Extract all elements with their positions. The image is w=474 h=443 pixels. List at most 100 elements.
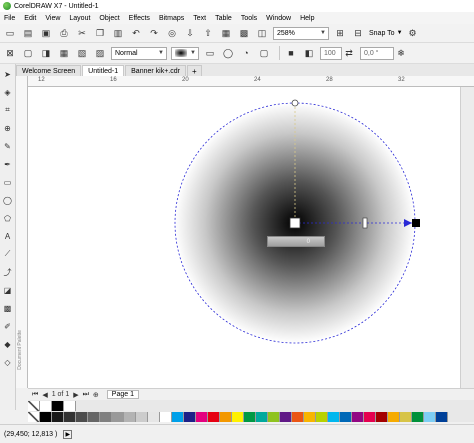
color-swatch[interactable] <box>136 412 148 422</box>
fullscreen-icon[interactable]: ◫ <box>255 26 269 40</box>
color-swatch[interactable] <box>64 401 76 411</box>
menu-edit[interactable]: Edit <box>24 15 36 22</box>
new-document-icon[interactable]: ▭ <box>3 26 17 40</box>
node-transparency-readout[interactable]: 0 <box>267 236 325 247</box>
angle-field[interactable]: 0,0 ° <box>360 46 394 60</box>
undo-icon[interactable]: ↶ <box>129 26 143 40</box>
transparency-picker[interactable]: ▼ <box>171 46 199 60</box>
snap-to-button[interactable]: Snap To ▼ <box>369 30 403 37</box>
artistic-media-icon[interactable]: ✒ <box>2 158 14 170</box>
no-color-swatch[interactable] <box>28 401 40 411</box>
options-gear-icon[interactable]: ⚙ <box>406 26 420 40</box>
pdf-icon[interactable]: ▦ <box>219 26 233 40</box>
menu-layout[interactable]: Layout <box>69 15 90 22</box>
drop-shadow-icon[interactable]: ◪ <box>2 284 14 296</box>
gradient-start-node[interactable] <box>289 217 301 229</box>
color-swatch[interactable] <box>40 412 52 422</box>
zoom-fit-icon[interactable]: ⊞ <box>333 26 347 40</box>
paste-icon[interactable]: ▥ <box>111 26 125 40</box>
color-swatch[interactable] <box>88 412 100 422</box>
redo-icon[interactable]: ↷ <box>147 26 161 40</box>
page-tab[interactable]: Page 1 <box>106 390 139 399</box>
pick-tool-icon[interactable]: ➤ <box>2 68 14 80</box>
next-page-icon[interactable]: ▶ <box>73 391 78 399</box>
tab-welcome-screen[interactable]: Welcome Screen <box>16 65 82 76</box>
menu-bitmaps[interactable]: Bitmaps <box>159 15 184 22</box>
transparency-none-icon[interactable]: ⊠ <box>3 46 17 60</box>
color-swatch[interactable] <box>76 412 88 422</box>
color-swatch[interactable] <box>400 412 412 422</box>
tab-untitled-1[interactable]: Untitled-1 <box>82 65 125 76</box>
freehand-tool-icon[interactable]: ✎ <box>2 140 14 152</box>
reverse-transparency-icon[interactable]: ⇄ <box>342 46 356 60</box>
texture-transparency-icon[interactable]: ▧ <box>75 46 89 60</box>
gradient-end-node[interactable] <box>412 219 420 227</box>
color-swatch[interactable] <box>328 412 340 422</box>
rectangular-fountain-icon[interactable]: ▢ <box>257 46 271 60</box>
opacity-field[interactable]: 100 <box>320 46 342 60</box>
zoom-tool-icon[interactable]: ⊕ <box>2 122 14 134</box>
fountain-transparency-icon[interactable]: ◨ <box>39 46 53 60</box>
crop-tool-icon[interactable]: ⌗ <box>2 104 14 116</box>
color-swatch[interactable] <box>436 412 448 422</box>
vertical-scrollbar[interactable] <box>460 87 474 388</box>
color-swatch[interactable] <box>352 412 364 422</box>
menu-effects[interactable]: Effects <box>129 15 150 22</box>
menu-object[interactable]: Object <box>99 15 119 22</box>
freeze-transparency-icon[interactable]: ❄ <box>394 46 408 60</box>
save-icon[interactable]: ▣ <box>39 26 53 40</box>
search-content-icon[interactable]: ◎ <box>165 26 179 40</box>
print-icon[interactable]: ⎙ <box>57 26 71 40</box>
smart-fill-icon[interactable]: ◇ <box>2 356 14 368</box>
conical-fountain-icon[interactable]: ◔ <box>239 46 253 60</box>
polygon-tool-icon[interactable]: ⬠ <box>2 212 14 224</box>
color-swatch[interactable] <box>316 412 328 422</box>
color-swatch[interactable] <box>364 412 376 422</box>
ellipse-tool-icon[interactable]: ◯ <box>2 194 14 206</box>
color-swatch[interactable] <box>232 412 244 422</box>
bitmap-transparency-icon[interactable]: ▨ <box>93 46 107 60</box>
color-swatch[interactable] <box>340 412 352 422</box>
color-swatch[interactable] <box>112 412 124 422</box>
color-swatch[interactable] <box>208 412 220 422</box>
tab-banner-cdr[interactable]: Banner kik+.cdr <box>125 65 186 76</box>
zoom-level-select[interactable]: 258% ▼ <box>273 26 329 40</box>
color-swatch[interactable] <box>412 412 424 422</box>
uniform-transparency-icon[interactable]: ▢ <box>21 46 35 60</box>
color-swatch[interactable] <box>40 401 52 411</box>
color-swatch[interactable] <box>148 412 160 422</box>
grid-icon[interactable]: ⊟ <box>351 26 365 40</box>
linear-fountain-icon[interactable]: ▭ <box>203 46 217 60</box>
last-page-icon[interactable]: ⏭ <box>83 391 89 399</box>
horizontal-ruler[interactable]: 12 16 20 24 28 32 <box>28 76 474 87</box>
drawing-canvas[interactable] <box>28 87 460 388</box>
node-transparency-icon[interactable]: ◧ <box>302 46 316 60</box>
no-color-swatch[interactable] <box>28 412 40 422</box>
text-tool-icon[interactable]: A <box>2 230 14 242</box>
new-tab-plus-icon[interactable]: + <box>186 65 202 76</box>
merge-mode-select[interactable]: Normal ▼ <box>111 46 167 60</box>
parallel-dimension-icon[interactable]: ⟋ <box>2 248 14 260</box>
rotation-handle[interactable] <box>291 99 299 107</box>
menu-text[interactable]: Text <box>193 15 206 22</box>
color-swatch[interactable] <box>376 412 388 422</box>
color-swatch[interactable] <box>52 412 64 422</box>
open-folder-icon[interactable]: ▤ <box>21 26 35 40</box>
previous-page-icon[interactable]: ◀ <box>42 391 47 399</box>
eyedropper-icon[interactable]: ✐ <box>2 320 14 332</box>
transparency-tool-icon[interactable]: ▩ <box>2 302 14 314</box>
interactive-fill-icon[interactable]: ◆ <box>2 338 14 350</box>
color-swatch[interactable] <box>256 412 268 422</box>
color-swatch[interactable] <box>388 412 400 422</box>
application-launcher-icon[interactable]: ▩ <box>237 26 251 40</box>
first-page-icon[interactable]: ⏮ <box>32 391 38 399</box>
menu-tools[interactable]: Tools <box>241 15 257 22</box>
color-swatch[interactable] <box>280 412 292 422</box>
export-icon[interactable]: ⇧ <box>201 26 215 40</box>
color-swatch[interactable] <box>220 412 232 422</box>
menu-view[interactable]: View <box>45 15 60 22</box>
color-swatch[interactable] <box>124 412 136 422</box>
color-swatch[interactable] <box>292 412 304 422</box>
cut-icon[interactable]: ✂ <box>75 26 89 40</box>
color-swatch[interactable] <box>424 412 436 422</box>
